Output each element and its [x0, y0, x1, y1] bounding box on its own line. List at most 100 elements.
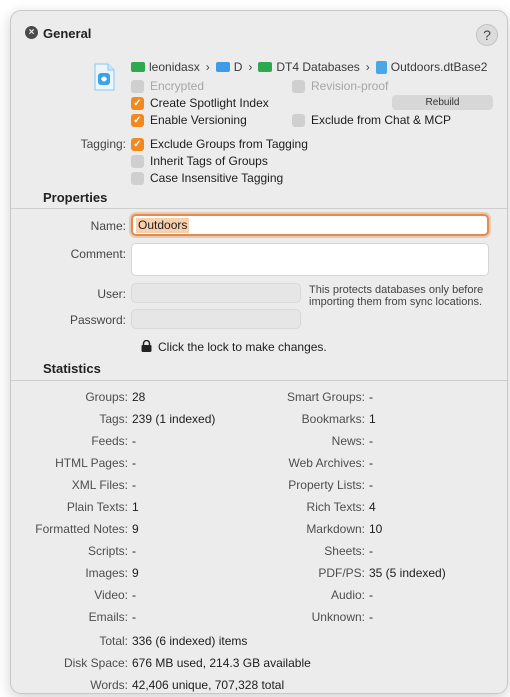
- stat-value: 28: [132, 390, 146, 404]
- path-item-volume[interactable]: D: [234, 60, 243, 74]
- stat-label: Images:: [85, 566, 128, 580]
- stat-label: PDF/PS:: [318, 566, 365, 580]
- stat-label: Emails:: [88, 610, 128, 624]
- stat-value: 9: [132, 522, 139, 536]
- comment-field[interactable]: [131, 243, 489, 276]
- case-insensitive-checkbox[interactable]: [131, 171, 144, 185]
- exclude-chat-option[interactable]: Exclude from Chat & MCP: [292, 113, 451, 127]
- stat-value: 35 (5 indexed): [369, 566, 446, 580]
- spotlight-option[interactable]: ✓ Create Spotlight Index: [131, 96, 269, 110]
- stat-value: -: [132, 456, 136, 470]
- stat-label: XML Files:: [71, 478, 128, 492]
- database-properties-panel: × General ? leonidasx › D › DT4 Database…: [10, 10, 508, 694]
- name-label: Name:: [90, 219, 126, 233]
- help-button[interactable]: ?: [476, 24, 498, 46]
- exclude-groups-checkbox[interactable]: ✓: [131, 137, 144, 151]
- stat-label: Formatted Notes:: [35, 522, 128, 536]
- stat-label: Tags:: [99, 412, 128, 426]
- stat-label: Disk Space:: [63, 656, 128, 670]
- stat-value: -: [132, 434, 136, 448]
- stat-label: Feeds:: [91, 434, 128, 448]
- stat-label: Words:: [90, 678, 128, 692]
- versioning-label: Enable Versioning: [150, 113, 247, 127]
- stat-label: News:: [331, 434, 365, 448]
- spotlight-checkbox[interactable]: ✓: [131, 96, 144, 110]
- stat-label: Sheets:: [324, 544, 365, 558]
- inherit-tags-checkbox[interactable]: [131, 154, 144, 168]
- stat-label: Smart Groups:: [286, 390, 365, 404]
- path-item-user[interactable]: leonidasx: [149, 60, 200, 74]
- user-field[interactable]: [131, 283, 301, 303]
- stat-label: Markdown:: [306, 522, 365, 536]
- stat-total-value: 336 (6 indexed) items: [132, 634, 248, 648]
- stat-disk-space-value: 676 MB used, 214.3 GB available: [132, 656, 311, 670]
- inherit-tags-option[interactable]: Inherit Tags of Groups: [131, 154, 268, 168]
- path-separator: ›: [248, 60, 253, 74]
- exclude-groups-option[interactable]: ✓ Exclude Groups from Tagging: [131, 137, 308, 151]
- path-breadcrumb: leonidasx › D › DT4 Databases › Outdoors…: [131, 60, 487, 74]
- database-file-icon: [94, 63, 115, 91]
- section-title-statistics: Statistics: [43, 361, 101, 376]
- revision-proof-option[interactable]: Revision-proof: [292, 79, 388, 93]
- path-item-database[interactable]: Outdoors.dtBase2: [391, 60, 488, 74]
- close-icon[interactable]: ×: [25, 26, 38, 39]
- password-field[interactable]: [131, 309, 301, 329]
- stat-value: 1: [132, 500, 139, 514]
- path-separator: ›: [205, 60, 210, 74]
- folder-icon: [131, 62, 145, 72]
- folder-icon: [215, 62, 230, 72]
- stat-value: 9: [132, 566, 139, 580]
- stat-value: -: [369, 434, 373, 448]
- stat-value: -: [369, 456, 373, 470]
- rebuild-button[interactable]: Rebuild: [392, 95, 493, 110]
- versioning-option[interactable]: ✓ Enable Versioning: [131, 113, 247, 127]
- exclude-chat-label: Exclude from Chat & MCP: [311, 113, 452, 127]
- lock-icon[interactable]: [141, 340, 152, 352]
- inherit-tags-label: Inherit Tags of Groups: [150, 154, 268, 168]
- encrypted-checkbox[interactable]: [131, 79, 144, 93]
- encrypted-option[interactable]: Encrypted: [131, 79, 204, 93]
- stat-label: Plain Texts:: [66, 500, 128, 514]
- stat-label: Web Archives:: [288, 456, 365, 470]
- spotlight-label: Create Spotlight Index: [150, 96, 269, 110]
- revision-proof-checkbox[interactable]: [292, 79, 305, 93]
- tagging-label: Tagging:: [80, 137, 126, 151]
- stat-label: HTML Pages:: [55, 456, 128, 470]
- section-title-properties: Properties: [43, 190, 108, 205]
- stat-value: -: [132, 588, 136, 602]
- versioning-checkbox[interactable]: ✓: [131, 113, 144, 127]
- path-separator: ›: [365, 60, 370, 74]
- stat-value: -: [132, 544, 136, 558]
- stat-label: Property Lists:: [288, 478, 365, 492]
- section-title-general: General: [43, 26, 92, 41]
- case-insensitive-label: Case Insensitive Tagging: [150, 171, 284, 185]
- divider: [11, 380, 507, 381]
- stat-label: Groups:: [85, 390, 128, 404]
- stat-value: 4: [369, 500, 376, 514]
- stat-value: -: [132, 610, 136, 624]
- stat-label: Audio:: [330, 588, 365, 602]
- user-label: User:: [97, 287, 126, 301]
- stat-value: -: [132, 478, 136, 492]
- stat-label: Rich Texts:: [306, 500, 365, 514]
- stat-label: Unknown:: [311, 610, 365, 624]
- name-field[interactable]: Outdoors: [131, 214, 489, 236]
- stat-label: Total:: [99, 634, 128, 648]
- stat-value: 10: [369, 522, 383, 536]
- comment-label: Comment:: [70, 247, 126, 261]
- case-insensitive-option[interactable]: Case Insensitive Tagging: [131, 171, 283, 185]
- path-item-folder[interactable]: DT4 Databases: [276, 60, 359, 74]
- stat-label: Scripts:: [87, 544, 128, 558]
- revision-proof-label: Revision-proof: [311, 79, 389, 93]
- stat-value: -: [369, 588, 373, 602]
- stat-label: Bookmarks:: [301, 412, 365, 426]
- document-icon: [375, 60, 387, 74]
- sync-protection-note: This protects databases only before impo…: [309, 284, 484, 308]
- exclude-groups-label: Exclude Groups from Tagging: [150, 137, 308, 151]
- lock-message: Click the lock to make changes.: [158, 340, 327, 354]
- stat-value: 1: [369, 412, 376, 426]
- encrypted-label: Encrypted: [150, 79, 205, 93]
- stat-value: 239 (1 indexed): [132, 412, 216, 426]
- name-value: Outdoors: [136, 218, 190, 233]
- exclude-chat-checkbox[interactable]: [292, 113, 305, 127]
